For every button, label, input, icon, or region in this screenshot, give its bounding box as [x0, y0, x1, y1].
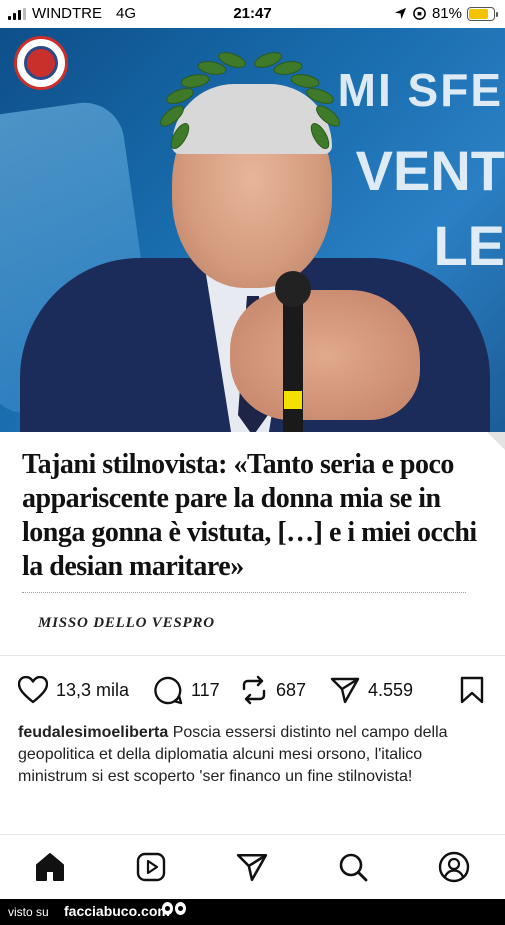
status-bar: WINDTRE 4G 21:47 81%: [0, 0, 505, 28]
like-count: 13,3 mila: [56, 679, 130, 700]
article-author: MISSO DELLO VESPRO: [38, 615, 215, 631]
hands: [230, 290, 420, 420]
repost-count: 687: [276, 679, 307, 700]
send-icon: [236, 853, 268, 882]
nav-search[interactable]: [335, 849, 371, 885]
profile-icon: [438, 851, 470, 883]
action-bar: 13,3 mila 117 687 4.559: [0, 668, 505, 712]
like-button[interactable]: 13,3 mila: [18, 668, 129, 712]
caption-username[interactable]: feudalesimoeliberta: [18, 724, 168, 741]
article-headline: Tajani stilnovista: «Tanto seria e poco …: [22, 449, 477, 582]
page-curl: [487, 432, 505, 450]
post-caption: feudalesimoeliberta Poscia essersi disti…: [18, 722, 488, 788]
laurel-wreath-icon: [160, 52, 340, 149]
battery-percent: 81%: [431, 5, 462, 22]
background-text-1: MI SFE: [337, 64, 503, 116]
nav-home[interactable]: [32, 849, 68, 885]
orientation-lock-icon: [413, 7, 426, 20]
location-arrow-icon: [394, 7, 407, 20]
share-button[interactable]: 4.559: [330, 668, 413, 712]
status-right: 81%: [394, 5, 498, 22]
nav-send[interactable]: [234, 849, 270, 885]
dotted-divider: [22, 592, 466, 593]
reels-icon: [136, 852, 166, 882]
bottom-nav: [0, 835, 505, 899]
battery-icon: [467, 6, 498, 21]
search-icon: [339, 853, 368, 882]
comment-count: 117: [191, 679, 220, 700]
divider: [0, 655, 505, 656]
comment-button[interactable]: 117: [154, 668, 220, 712]
comment-icon: [154, 676, 183, 704]
repost-icon: [242, 675, 266, 705]
nav-profile[interactable]: [436, 849, 472, 885]
post-image[interactable]: MI SFE VENT LE: [0, 28, 505, 432]
watermark-banner: visto su facciabuco.com: [0, 899, 505, 925]
microphone-icon: [275, 271, 311, 432]
repost-button[interactable]: 687: [240, 668, 306, 712]
heart-icon: [18, 676, 48, 704]
background-text-3: LE: [433, 214, 505, 277]
watermark-site: facciabuco.com: [64, 903, 170, 919]
background-text-2: VENT: [355, 139, 505, 202]
save-button[interactable]: [460, 668, 484, 712]
send-icon: [330, 677, 360, 704]
article-card: Tajani stilnovista: «Tanto seria e poco …: [0, 432, 505, 654]
share-count: 4.559: [368, 679, 414, 700]
home-icon: [36, 853, 64, 881]
nav-reels[interactable]: [133, 849, 169, 885]
watermark-prefix: visto su: [8, 905, 49, 919]
feudalesimo-logo-icon: [14, 36, 68, 90]
eyes-logo-icon: [162, 902, 186, 915]
bookmark-icon: [460, 676, 484, 704]
